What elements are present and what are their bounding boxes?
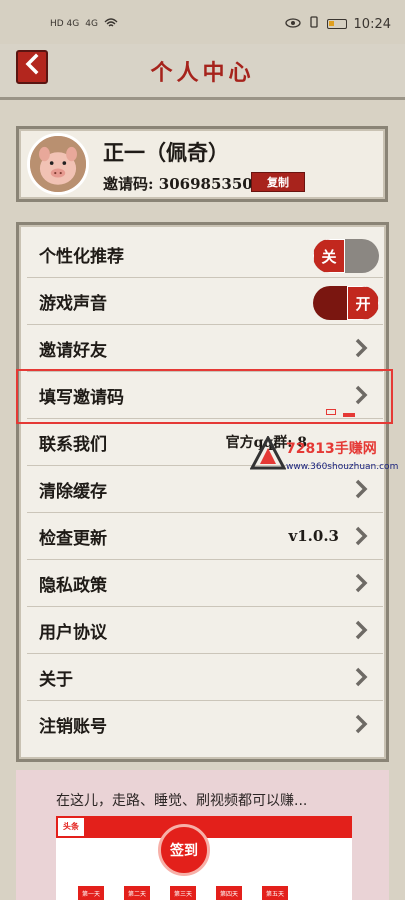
status-bar: HD 4G 4G 10:24	[0, 0, 405, 48]
toutiao-logo: 头条	[58, 818, 84, 836]
row-personalized[interactable]: 个性化推荐 关	[27, 231, 383, 278]
promo-banner[interactable]: 在这儿，走路、睡觉、刷视频都可以赚... 头条 签到 第一天 第二天 第三天 第…	[16, 770, 389, 900]
watermark: 72813手赚网 www.360shouzhuan.com	[250, 432, 400, 482]
row-label: 填写邀请码	[39, 387, 124, 408]
back-button[interactable]	[16, 50, 48, 84]
chevron-right-icon	[351, 666, 371, 688]
chevron-left-icon	[24, 53, 40, 81]
checkin-button[interactable]: 签到	[158, 824, 210, 876]
version-value: v1.0.3	[288, 527, 339, 545]
row-label: 个性化推荐	[39, 246, 124, 267]
toggle-knob: 关	[313, 239, 345, 273]
invite-code: 邀请码: 306985350	[103, 175, 253, 193]
wifi-icon	[104, 17, 118, 31]
copy-button[interactable]: 复制	[251, 172, 305, 192]
chevron-right-icon	[351, 525, 371, 547]
signal-right: 4G	[85, 19, 98, 29]
annotation-mark	[326, 409, 336, 415]
chevron-right-icon	[351, 572, 371, 594]
personalized-toggle[interactable]: 关	[313, 239, 379, 273]
row-label: 邀请好友	[39, 340, 107, 361]
row-label: 联系我们	[39, 434, 107, 455]
row-label: 注销账号	[39, 717, 107, 737]
row-label: 隐私政策	[39, 575, 107, 596]
watermark-logo-icon	[250, 436, 286, 470]
eye-icon	[284, 17, 301, 32]
row-label: 清除缓存	[39, 481, 107, 502]
day-chip: 第四天	[216, 886, 242, 900]
row-check-update[interactable]: 检查更新 v1.0.3	[27, 513, 383, 560]
row-label: 游戏声音	[39, 293, 107, 314]
promo-card[interactable]: 头条 签到 第一天 第二天 第三天 第四天 第五天	[56, 816, 352, 900]
row-privacy[interactable]: 隐私政策	[27, 560, 383, 607]
chevron-right-icon	[351, 619, 371, 641]
row-label: 用户协议	[39, 622, 107, 643]
header-bar: 个人中心	[0, 44, 405, 100]
avatar[interactable]	[27, 133, 89, 195]
row-cancel-account[interactable]: 注销账号	[27, 701, 383, 748]
signal-left: HD 4G	[50, 19, 80, 29]
sound-toggle[interactable]: 开	[313, 286, 379, 320]
profile-card: 正一（佩奇） 邀请码: 306985350 复制	[16, 126, 388, 202]
day-chip: 第一天	[78, 886, 104, 900]
row-label: 关于	[39, 669, 73, 690]
day-chip: 第五天	[262, 886, 288, 900]
day-chip: 第三天	[170, 886, 196, 900]
vibrate-icon	[308, 16, 320, 32]
chevron-right-icon	[351, 713, 371, 735]
pig-avatar-icon	[30, 136, 86, 192]
nickname: 正一（佩奇）	[103, 140, 229, 165]
chevron-right-icon	[351, 337, 371, 359]
row-label: 检查更新	[39, 528, 107, 549]
row-sound[interactable]: 游戏声音 开	[27, 278, 383, 325]
chevron-right-icon	[351, 384, 371, 406]
toggle-knob: 开	[347, 286, 379, 320]
annotation-mark	[343, 413, 355, 417]
day-chip: 第二天	[124, 886, 150, 900]
watermark-url: www.360shouzhuan.com	[286, 462, 399, 472]
row-about[interactable]: 关于	[27, 654, 383, 701]
promo-text: 在这儿，走路、睡觉、刷视频都可以赚...	[56, 793, 308, 809]
clock: 10:24	[353, 16, 391, 32]
watermark-title: 72813手赚网	[286, 441, 377, 457]
settings-panel: 个性化推荐 关 游戏声音 开 邀请好友 填写邀请码 联系我们 官方qq群: 8 …	[16, 222, 389, 762]
page-title: 个人中心	[150, 59, 255, 86]
row-invite-friends[interactable]: 邀请好友	[27, 325, 383, 372]
day-chips: 第一天 第二天 第三天 第四天 第五天	[78, 886, 288, 900]
battery-icon	[326, 19, 347, 29]
row-user-agreement[interactable]: 用户协议	[27, 607, 383, 654]
